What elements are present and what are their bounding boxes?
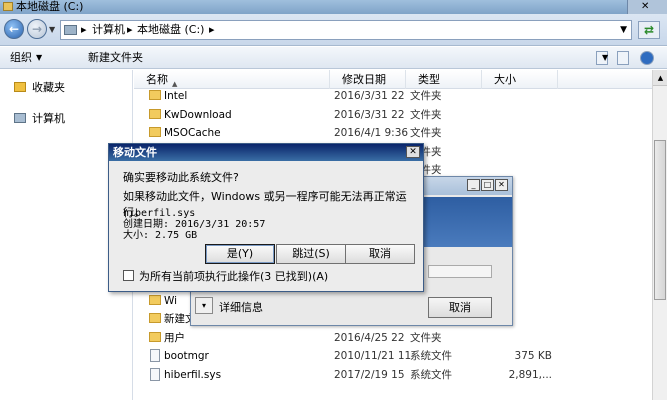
organize-dropdown-icon[interactable]: ▼	[36, 47, 42, 69]
file-row[interactable]: hiberfil.sys 2017/2/19 15 系统文件 2,891,...	[134, 366, 652, 384]
dialog-close-button[interactable]: ✕	[406, 146, 420, 158]
forward-button[interactable]: →	[27, 19, 47, 39]
cancel-button[interactable]: 取消	[345, 244, 415, 264]
file-type-cell: 文件夹	[410, 90, 442, 102]
file-row[interactable]: KwDownload 2016/3/31 22 文件夹	[134, 106, 652, 124]
system-file-icon	[150, 349, 160, 363]
progress-bar	[428, 265, 492, 278]
file-row[interactable]: bootmgr 2010/11/21 11 系统文件 375 KB	[134, 347, 652, 365]
refresh-button[interactable]: ⇄	[638, 21, 660, 39]
address-input[interactable]: ▸ 计算机 ▸ 本地磁盘 (C:) ▸ ▼	[60, 20, 632, 40]
forward-arrow-icon: →	[31, 22, 43, 36]
file-name-cell: hiberfil.sys	[164, 369, 222, 381]
breadcrumb-local-disk[interactable]: 本地磁盘 (C:)	[137, 21, 204, 39]
column-name-label: 名称	[146, 73, 168, 86]
dialog-title: 移动文件	[113, 146, 157, 159]
nav-computer[interactable]: 计算机	[14, 111, 65, 127]
file-date-cell: 2016/4/25 22	[334, 331, 405, 344]
move-file-dialog: 移动文件 ✕ 确实要移动此系统文件? 如果移动此文件，Windows 或另一程序…	[108, 143, 424, 292]
drive-icon	[3, 2, 13, 11]
skip-button[interactable]: 跳过(S)	[276, 244, 346, 264]
file-size-cell: 2,891,...	[508, 369, 552, 381]
file-date-cell: 2017/2/19 15	[334, 369, 405, 381]
title-bar: 本地磁盘 (C:) ✕	[0, 0, 667, 14]
address-dropdown-icon[interactable]: ▼	[620, 21, 627, 39]
breadcrumb-sep[interactable]: ▸	[209, 21, 215, 39]
folder-icon	[149, 108, 161, 119]
file-date-cell: 2016/3/31 22	[334, 108, 405, 121]
file-name-cell: MSOCache	[164, 127, 221, 140]
file-row[interactable]: MSOCache 2016/4/1 9:36 文件夹	[134, 124, 652, 142]
file-name-cell: Intel	[164, 90, 188, 102]
file-name-cell: bootmgr	[164, 350, 209, 363]
folder-icon	[149, 127, 161, 138]
maximize-icon[interactable]: □	[481, 179, 494, 191]
file-name-cell: KwDownload	[164, 108, 232, 121]
progress-banner	[417, 197, 512, 247]
breadcrumb-sep[interactable]: ▸	[81, 21, 87, 39]
file-created: 创建日期: 2016/3/31 20:57	[123, 219, 266, 230]
file-name-cell: 用户	[164, 331, 185, 344]
file-type-cell: 文件夹	[410, 331, 442, 344]
file-type-cell: 文件夹	[410, 108, 442, 121]
preview-pane-icon[interactable]	[617, 51, 629, 65]
folder-icon	[149, 90, 161, 100]
details-label[interactable]: 详细信息	[219, 299, 263, 315]
expand-details-button[interactable]: ▾	[195, 297, 213, 314]
star-icon	[14, 82, 26, 92]
address-bar: ← → ▼ ▸ 计算机 ▸ 本地磁盘 (C:) ▸ ▼ ⇄	[0, 14, 667, 46]
minimize-icon[interactable]: _	[467, 179, 480, 191]
organize-button[interactable]: 组织	[10, 47, 32, 69]
nav-favorites-label: 收藏夹	[32, 81, 65, 94]
file-date-cell: 2010/11/21 11	[334, 350, 412, 363]
file-size: 大小: 2.75 GB	[123, 230, 198, 241]
file-date-cell: 2016/4/1 9:36	[334, 127, 409, 140]
file-date-cell: 2016/3/31 22	[334, 90, 405, 102]
file-name: hiberfil.sys	[123, 208, 196, 219]
scroll-up-icon[interactable]: ▲	[653, 70, 667, 86]
apply-all-label[interactable]: 为所有当前项执行此操作(3 已找到)(A)	[139, 268, 328, 284]
vertical-scrollbar[interactable]: ▲	[652, 70, 667, 400]
folder-icon	[149, 313, 161, 324]
file-type-cell: 系统文件	[410, 350, 452, 363]
progress-cancel-button[interactable]: 取消	[428, 297, 492, 318]
view-dropdown-icon[interactable]: ▼	[602, 47, 608, 69]
file-name-cell: Wi	[164, 294, 178, 307]
command-bar: 组织 ▼ 新建文件夹 ▼	[0, 47, 667, 69]
new-folder-button[interactable]: 新建文件夹	[88, 47, 143, 69]
close-icon: ✕	[641, 1, 650, 12]
back-button[interactable]: ←	[4, 19, 24, 39]
recent-pages-dropdown[interactable]: ▼	[49, 25, 55, 34]
back-arrow-icon: ←	[8, 22, 20, 36]
nav-computer-label: 计算机	[32, 112, 65, 125]
dialog-question: 确实要移动此系统文件?	[123, 171, 239, 184]
breadcrumb-computer[interactable]: 计算机	[92, 21, 125, 39]
folder-icon	[149, 331, 161, 342]
nav-favorites[interactable]: 收藏夹	[14, 80, 65, 96]
file-type-cell: 文件夹	[410, 127, 442, 140]
close-button[interactable]: ✕	[627, 0, 667, 14]
apply-all-checkbox[interactable]	[123, 270, 134, 281]
window-title: 本地磁盘 (C:)	[16, 0, 84, 13]
help-icon[interactable]	[640, 51, 654, 65]
system-file-icon	[150, 368, 160, 381]
computer-icon	[64, 25, 77, 35]
folder-icon	[149, 294, 161, 305]
scroll-thumb[interactable]	[654, 140, 666, 300]
breadcrumb-sep[interactable]: ▸	[127, 21, 133, 39]
close-icon[interactable]: ✕	[495, 179, 508, 191]
computer-icon	[14, 113, 26, 123]
file-type-cell: 系统文件	[410, 369, 452, 381]
dialog-titlebar: 移动文件 ✕	[109, 144, 423, 161]
file-size-cell: 375 KB	[514, 350, 552, 363]
file-row[interactable]: 用户 2016/4/25 22 文件夹	[134, 329, 652, 347]
yes-button[interactable]: 是(Y)	[205, 244, 275, 264]
file-row[interactable]: Intel 2016/3/31 22 文件夹	[134, 87, 652, 105]
refresh-icon: ⇄	[643, 23, 655, 37]
